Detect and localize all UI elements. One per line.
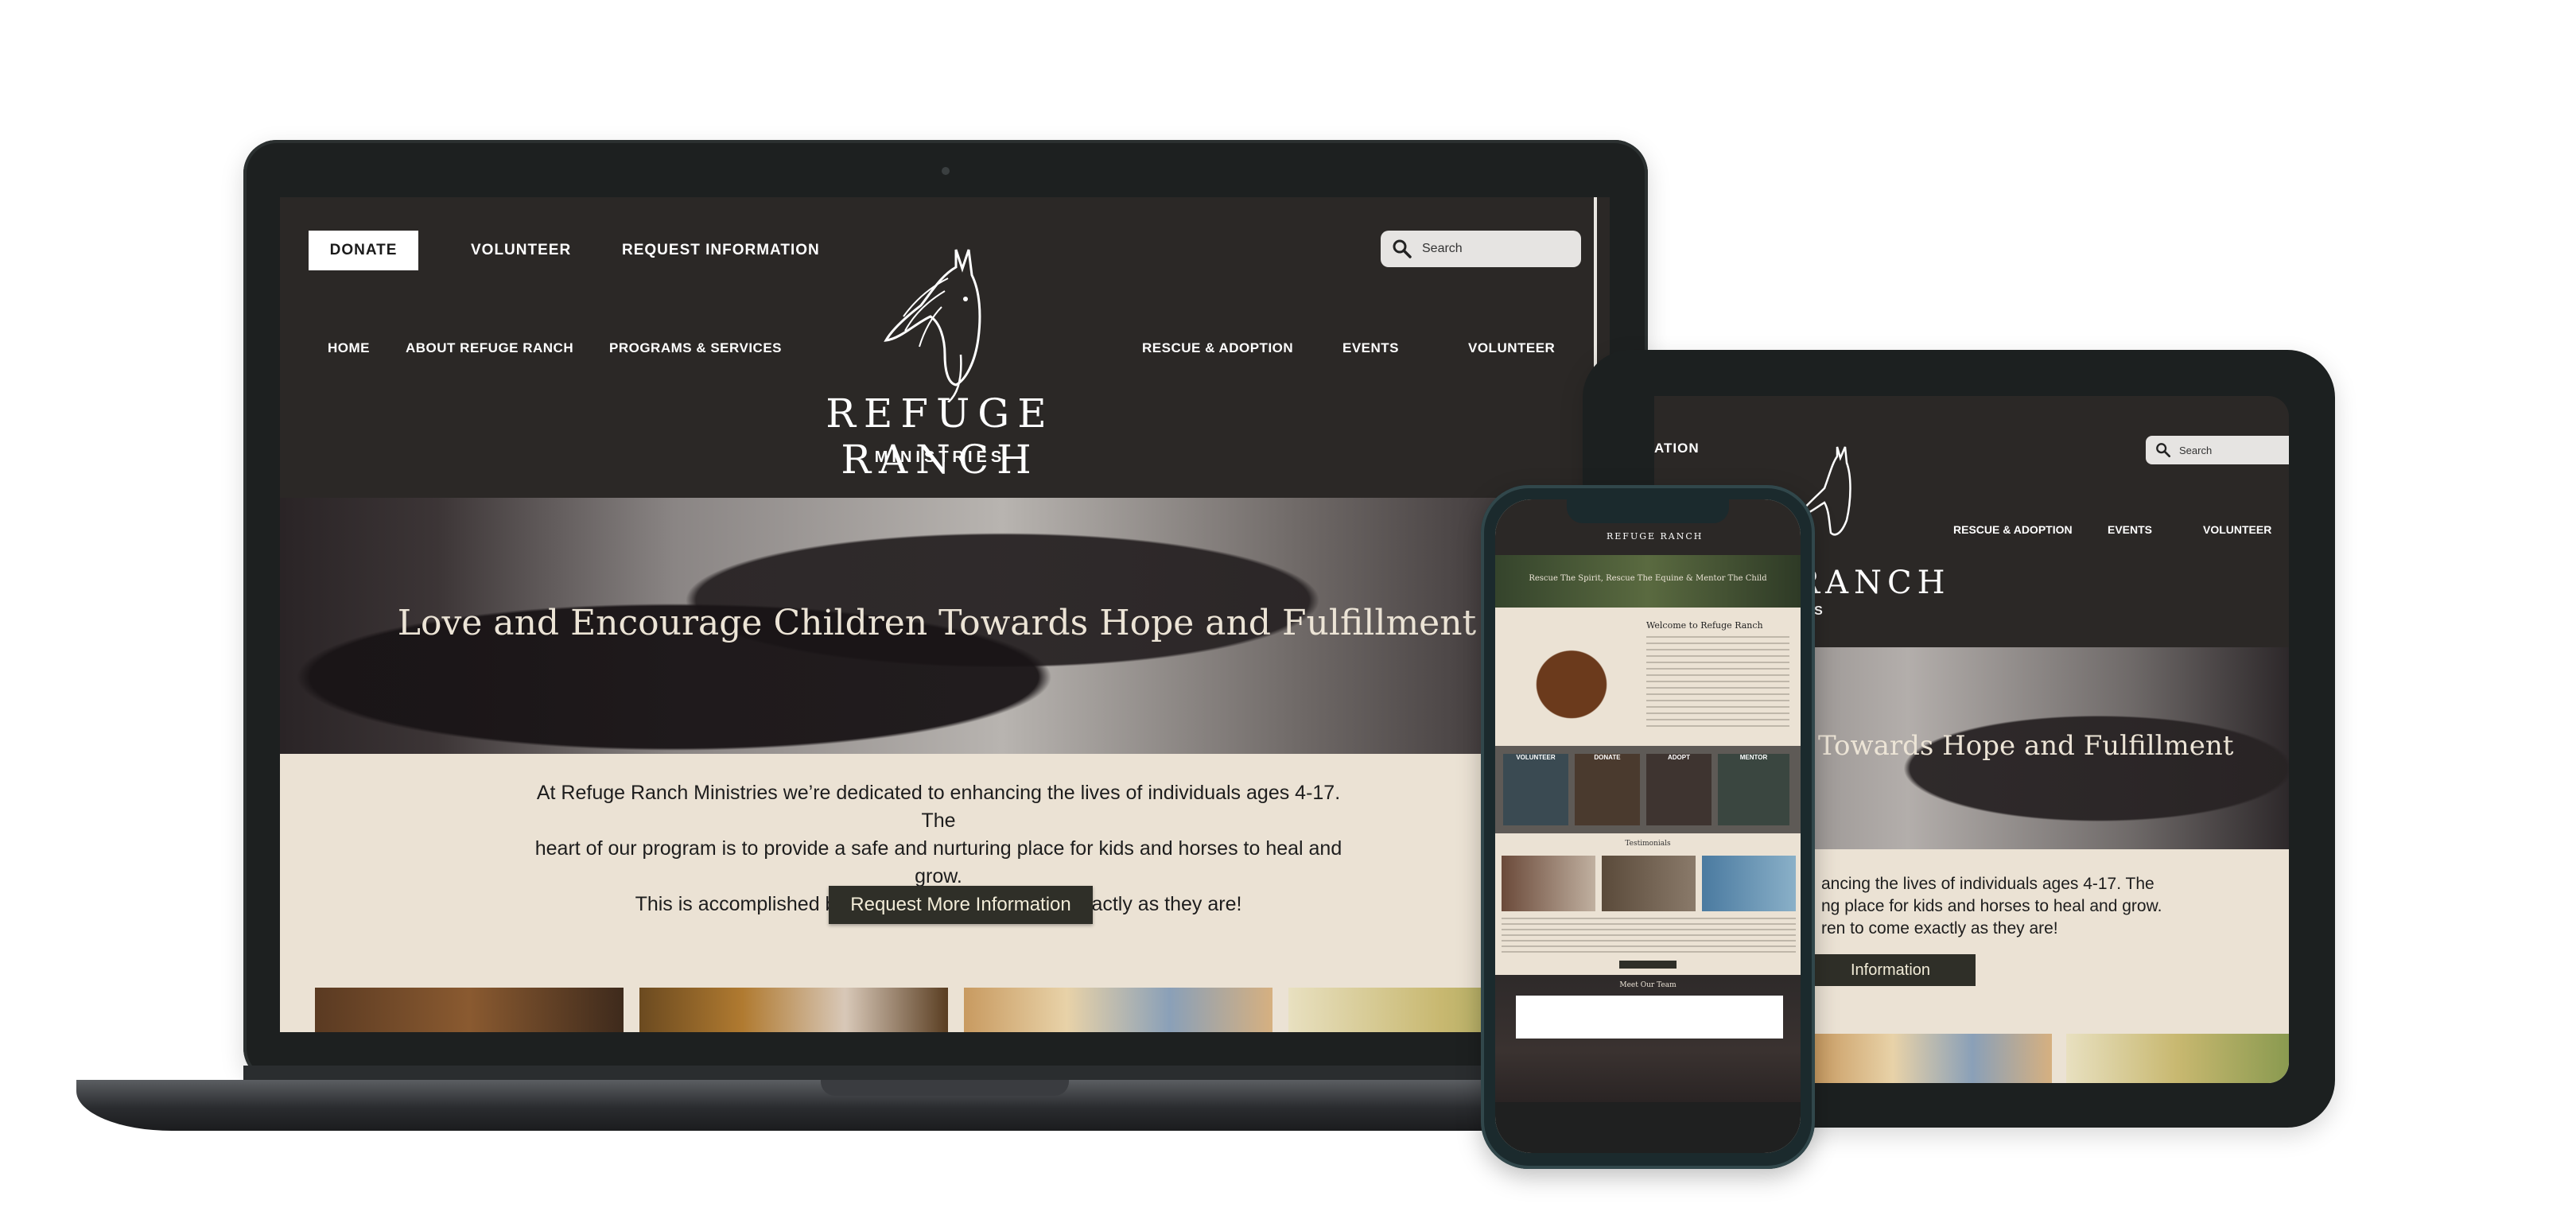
nav-rescue-adoption[interactable]: RESCUE & ADOPTION xyxy=(1142,340,1293,356)
laptop-screen: DONATE VOLUNTEER REQUEST INFORMATION Sea… xyxy=(280,197,1610,1032)
tablet-intro-text: ancing the lives of individuals ages 4-1… xyxy=(1821,873,2162,940)
laptop-notch xyxy=(821,1080,1069,1096)
logo-title: REFUGE RANCH xyxy=(826,390,1055,483)
phone-footer xyxy=(1495,1102,1801,1153)
request-more-info-button[interactable]: Request More Information xyxy=(829,886,1093,924)
tablet-request-info-button[interactable]: Information xyxy=(1805,954,1976,986)
phone-team-card[interactable] xyxy=(1516,996,1783,1039)
phone-card-adopt[interactable]: ADOPT xyxy=(1646,754,1712,825)
horse-head-icon xyxy=(884,249,981,402)
nav-programs[interactable]: PROGRAMS & SERVICES xyxy=(609,340,782,356)
tablet-intro-line-1: ancing the lives of individuals ages 4-1… xyxy=(1821,875,2154,893)
phone-testimonials-button[interactable] xyxy=(1619,961,1677,969)
tablet-nav-volunteer[interactable]: VOLUNTEER xyxy=(2203,523,2271,536)
search-input[interactable]: Search xyxy=(1381,231,1581,267)
phone-card-volunteer[interactable]: VOLUNTEER xyxy=(1503,754,1568,825)
tablet-program-thumbnail[interactable] xyxy=(2066,1034,2289,1083)
search-icon xyxy=(2156,443,2171,458)
search-placeholder: Search xyxy=(1422,242,1463,255)
phone-card-mentor[interactable]: MENTOR xyxy=(1718,754,1789,825)
phone-testimonial-image xyxy=(1602,856,1696,911)
phone-horse-image xyxy=(1502,617,1642,740)
phone-testimonial-text xyxy=(1502,918,1796,953)
laptop-camera xyxy=(942,167,950,175)
phone-notch xyxy=(1567,499,1729,523)
program-thumbnail[interactable] xyxy=(315,988,624,1032)
nav-about[interactable]: ABOUT REFUGE RANCH xyxy=(406,340,573,356)
site-logo[interactable]: REFUGE RANCH MINISTRIES xyxy=(757,243,1123,490)
tablet-search-input[interactable]: Search xyxy=(2146,436,2289,464)
phone-welcome-title: Welcome to Refuge Ranch xyxy=(1646,620,1763,631)
program-thumbnail[interactable] xyxy=(964,988,1272,1032)
intro-line-2: heart of our program is to provide a saf… xyxy=(534,837,1342,887)
phone-welcome-text xyxy=(1646,636,1789,732)
phone-testimonial-image xyxy=(1502,856,1595,911)
program-thumbnail[interactable] xyxy=(639,988,948,1032)
phone-banner-text: Rescue The Spirit, Rescue The Equine & M… xyxy=(1529,574,1767,583)
donate-button[interactable]: DONATE xyxy=(309,231,418,270)
tablet-request-info-link[interactable]: ATION xyxy=(1654,441,1700,456)
phone-screen: REFUGE RANCH Rescue The Spirit, Rescue T… xyxy=(1495,499,1801,1153)
tablet-intro-line-2: ng place for kids and horses to heal and… xyxy=(1821,897,2162,915)
phone-testimonial-image xyxy=(1702,856,1796,911)
tablet-hero-title: Towards Hope and Fulfillment xyxy=(1818,730,2234,762)
tablet-nav-rescue-adoption[interactable]: RESCUE & ADOPTION xyxy=(1953,523,2073,536)
tablet-intro-line-3: ren to come exactly as they are! xyxy=(1821,919,2058,938)
nav-events[interactable]: EVENTS xyxy=(1342,340,1399,356)
phone-card-donate[interactable]: DONATE xyxy=(1575,754,1640,825)
tablet-nav-events[interactable]: EVENTS xyxy=(2108,523,2152,536)
hero-title: Love and Encourage Children Towards Hope… xyxy=(397,603,1477,643)
phone-testimonials-title: Testimonials xyxy=(1625,840,1671,848)
tablet-program-thumbnail[interactable] xyxy=(1813,1034,2052,1083)
nav-volunteer[interactable]: VOLUNTEER xyxy=(1468,340,1555,356)
intro-line-1: At Refuge Ranch Ministries we’re dedicat… xyxy=(536,782,1341,832)
phone-logo[interactable]: REFUGE RANCH xyxy=(1607,531,1703,542)
tablet-logo-title: RANCH xyxy=(1796,565,1951,601)
logo-subtitle: MINISTRIES xyxy=(874,448,1006,466)
phone-team-title: Meet Our Team xyxy=(1619,981,1677,989)
tablet-search-placeholder: Search xyxy=(2179,444,2213,456)
nav-home[interactable]: HOME xyxy=(328,340,370,356)
phone-team-section xyxy=(1495,975,1801,1102)
search-icon xyxy=(1393,239,1412,258)
volunteer-link[interactable]: VOLUNTEER xyxy=(471,242,571,259)
